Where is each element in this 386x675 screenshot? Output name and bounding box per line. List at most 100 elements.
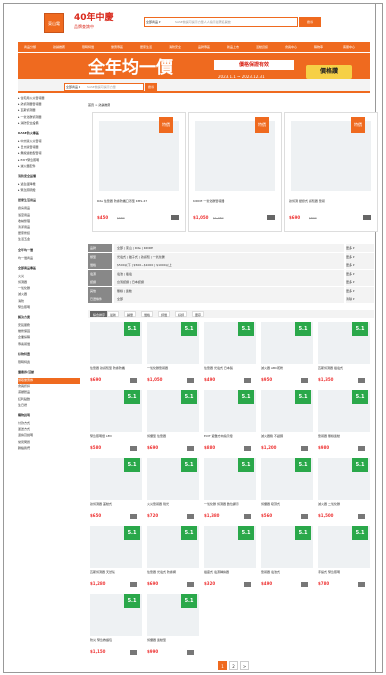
cart-icon[interactable] <box>187 582 194 587</box>
product-name[interactable]: 偵煙器 吸頂式 <box>261 502 313 510</box>
product-card[interactable]: 5.1 防災 緊急救護包 $1,150 <box>90 594 142 658</box>
sidebar-item[interactable]: 偵測器 <box>18 280 80 286</box>
filter-options[interactable]: 無線 | 連動 <box>114 286 344 295</box>
nav-item[interactable]: 會員中心 <box>285 42 297 52</box>
sidebar-item[interactable]: 居家修繕 <box>18 231 80 237</box>
product-name[interactable]: 偵煙器 連動型 <box>147 638 199 646</box>
sidebar-item[interactable]: 均一價商品 <box>18 256 80 262</box>
sidebar-item[interactable]: 退換貨說明 <box>18 433 80 439</box>
filter-options[interactable]: 光電式 | 離子式 | 熱感知 | 一氧化碳 <box>114 252 344 261</box>
filter-more-button[interactable]: 更多 ▾ <box>346 286 374 295</box>
nav-item[interactable]: 限時特價 <box>82 42 94 52</box>
sidebar-item[interactable]: ▸ 滅火器配件 <box>18 164 80 170</box>
sidebar-item[interactable]: 會員折扣 <box>18 384 80 390</box>
product-name[interactable]: 警報器 電池式 <box>261 570 313 578</box>
nav-item[interactable]: 消防安全 <box>169 42 181 52</box>
sidebar-item[interactable]: ▸ 中文版火災警報 <box>18 139 80 145</box>
nav-item[interactable]: 購物車 <box>314 42 323 52</box>
featured-card[interactable]: 特價 熱偵測 壁掛式 感知器 警報 $690 $890 <box>284 112 378 232</box>
sidebar-heading[interactable]: 居家生活用品 <box>18 198 80 204</box>
page-button[interactable]: 2 <box>229 661 238 670</box>
filter-options[interactable]: 台灣認證 | 日本認證 <box>114 278 344 286</box>
sidebar-item[interactable]: 安裝服務 <box>18 323 80 329</box>
sidebar-item[interactable]: 火災 <box>18 274 80 280</box>
sidebar-heading[interactable]: 消防安全設備 <box>18 174 80 180</box>
product-card[interactable]: 5.1 住警器 光電式 日本製 $490 <box>204 322 256 386</box>
sidebar-item[interactable]: ▸ 消防安全設備 <box>18 121 80 127</box>
product-name[interactable]: 熱偵測 壁掛式 感知器 警報 <box>289 199 375 207</box>
cart-icon[interactable] <box>130 650 137 655</box>
cart-icon[interactable] <box>130 582 137 587</box>
sidebar-heading[interactable]: 解決方案 <box>18 315 80 321</box>
sidebar-heading[interactable]: KASE防火專區 <box>18 131 80 137</box>
filter-more-button[interactable]: 更多 ▾ <box>346 261 374 269</box>
sidebar-item[interactable]: ▸ 無線連動型警報 <box>18 151 80 157</box>
sidebar-item[interactable]: 專案報價 <box>18 342 80 348</box>
page-button[interactable]: 1 <box>218 661 227 670</box>
cart-icon[interactable] <box>130 378 137 383</box>
sort-option[interactable]: 庫存 <box>192 311 205 317</box>
sidebar-item[interactable]: ▸ 瓦斯偵測器 <box>18 108 80 114</box>
breadcrumb[interactable]: 首頁 > 熱銷推薦 <box>88 103 110 107</box>
banner-search-category[interactable]: 全部商品 ▾ <box>66 85 80 90</box>
product-card[interactable]: 5.1 警報器 電池式 $490 <box>261 526 313 590</box>
product-name[interactable]: 瓦斯偵測器 插電式 <box>318 366 370 374</box>
sidebar-heading[interactable]: 優惠券/活動 <box>18 370 80 376</box>
page-button[interactable]: > <box>240 661 249 670</box>
product-card[interactable]: 5.1 滅火器 二氧化碳 $1,500 <box>318 458 370 522</box>
product-card[interactable]: 5.1 滅火器箱 不鏽鋼 $1,200 <box>261 390 313 454</box>
product-card[interactable]: 5.1 熱偵測器 差動式 $650 <box>90 458 142 522</box>
sidebar-item[interactable]: 付款方式 <box>18 421 80 427</box>
cart-icon[interactable] <box>171 215 179 220</box>
filter-options[interactable]: $500以下 | $500~$1000 | $1000以上 <box>114 261 344 269</box>
sidebar-item[interactable]: 企業採購 <box>18 335 80 341</box>
cart-icon[interactable] <box>130 514 137 519</box>
sidebar-item[interactable]: ▸ 緊急照明燈 <box>18 188 80 194</box>
search-button[interactable]: 搜尋 <box>299 17 321 27</box>
sort-option[interactable]: 價格 <box>141 311 154 317</box>
sidebar-item[interactable]: ▸ 日文版警報器 <box>18 145 80 151</box>
product-card[interactable]: 5.1 一氧化碳警報器 $1,050 <box>147 322 199 386</box>
cart-icon[interactable] <box>301 378 308 383</box>
cart-icon[interactable] <box>244 446 251 451</box>
product-card[interactable]: 5.1 住警器 熱感知型 防塵防蟲 $690 <box>90 322 142 386</box>
product-card[interactable]: 5.1 一氧化碳 偵測器 數位顯示 $1,380 <box>204 458 256 522</box>
sidebar-item[interactable]: 滿額贈品 <box>18 390 80 396</box>
sidebar-item[interactable]: 運送方式 <box>18 427 80 433</box>
product-card[interactable]: 5.1 偵煙型 住警器 $690 <box>147 390 199 454</box>
nav-item[interactable]: 優惠專區 <box>111 42 123 52</box>
banner-search-input[interactable]: SASE前提可提示力量 <box>87 85 116 90</box>
sort-option[interactable]: 綜合排序 <box>90 311 109 317</box>
cart-icon[interactable] <box>358 446 365 451</box>
sort-option[interactable]: 銷量 <box>124 311 137 317</box>
nav-item[interactable]: 商品分類 <box>24 42 36 52</box>
cart-icon[interactable] <box>267 215 275 220</box>
featured-card[interactable]: 特價 Rite 住警器 防塵防蟲口罩型 KMS-47 $450 $680 <box>92 112 186 232</box>
sidebar-item[interactable]: 收納整理 <box>18 219 80 225</box>
sidebar-item[interactable]: ▸ 一氧化碳偵測器 <box>18 115 80 121</box>
filter-more-button[interactable]: 清除 ▾ <box>346 295 374 303</box>
product-name[interactable]: 熱偵測器 差動式 <box>90 502 142 510</box>
product-card[interactable]: 5.1 EXIT 避難方向指示燈 $880 <box>204 390 256 454</box>
product-card[interactable]: 5.1 火災警報器 聲光 $720 <box>147 458 199 522</box>
product-name[interactable]: 住警器 熱感知型 防塵防蟲 <box>90 366 142 374</box>
sidebar-item[interactable]: 紅利點數 <box>18 397 80 403</box>
sidebar-item[interactable]: ▸ 住宅用火災警報器 <box>18 96 80 102</box>
product-name[interactable]: Rite 住警器 防塵防蟲口罩型 KMS-47 <box>97 199 183 207</box>
nav-item[interactable]: 新品上市 <box>227 42 239 52</box>
nav-item[interactable]: 熱銷推薦 <box>53 42 65 52</box>
product-card[interactable]: 5.1 瓦斯偵測器 天然氣 $1,280 <box>90 526 142 590</box>
cart-icon[interactable] <box>130 446 137 451</box>
product-name[interactable]: 火災警報器 聲光 <box>147 502 199 510</box>
sidebar-heading[interactable]: 購物說明 <box>18 413 80 419</box>
product-name[interactable]: 偵煙型 住警器 <box>147 434 199 442</box>
product-name[interactable]: 住警器 光電式 防塵網 <box>147 570 199 578</box>
product-name[interactable]: 防災 緊急救護包 <box>90 638 142 646</box>
cart-icon[interactable] <box>301 582 308 587</box>
cart-icon[interactable] <box>187 378 194 383</box>
sidebar-item[interactable]: ▸ 熱偵測器警報器 <box>18 102 80 108</box>
sidebar-item[interactable]: 消防 <box>18 299 80 305</box>
product-name[interactable]: 一氧化碳 偵測器 數位顯示 <box>204 502 256 510</box>
sidebar-item[interactable]: 廚房用品 <box>18 206 80 212</box>
sidebar-item[interactable]: 滅火器 <box>18 292 80 298</box>
